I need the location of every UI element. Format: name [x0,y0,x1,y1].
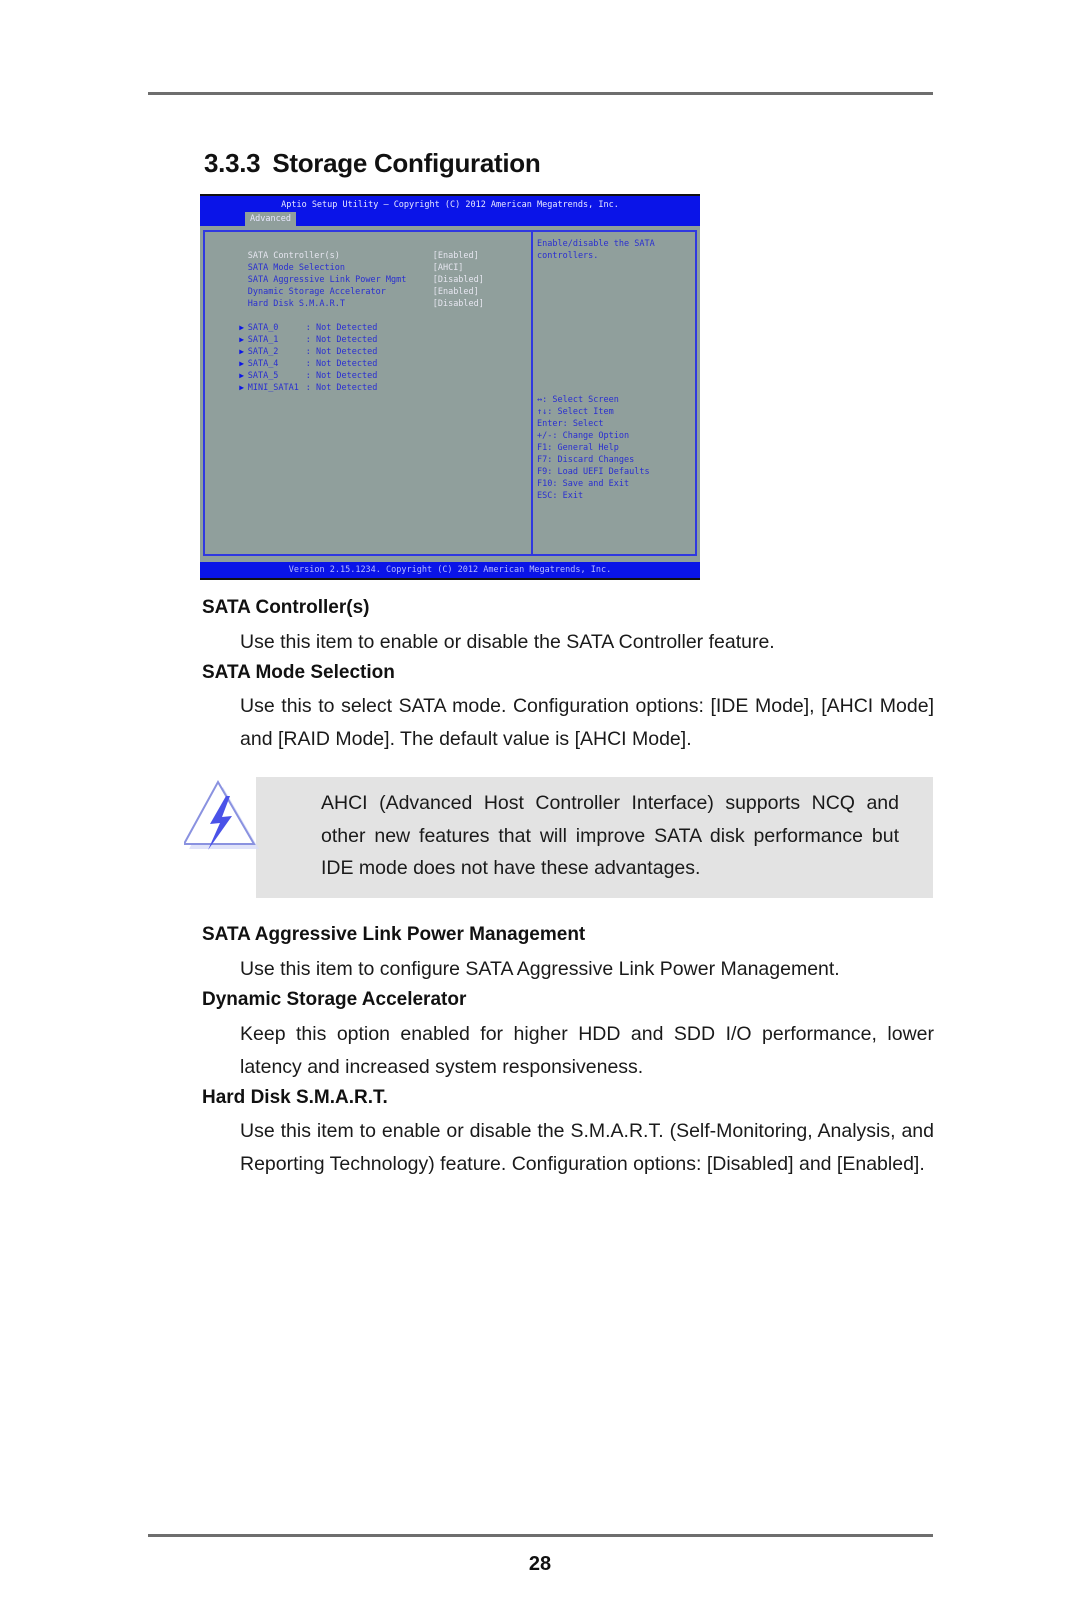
key-help-line: F10: Save and Exit [537,479,630,489]
warning-lightning-icon [184,779,259,850]
help-line: Enable/disable the SATA [537,239,655,249]
bios-help-text: Enable/disable the SATA controllers. [537,238,655,262]
bios-screenshot: Aptio Setup Utility – Copyright (C) 2012… [200,194,700,580]
bios-tab-advanced[interactable]: Advanced [245,212,296,226]
item-text-alpm: Use this item to configure SATA Aggressi… [240,958,840,980]
item-heading-dsa: Dynamic Storage Accelerator [202,989,467,1010]
section-title: 3.3.3 Storage Configuration [204,148,541,179]
bios-footer: Version 2.15.1234. Copyright (C) 2012 Am… [200,562,700,578]
submenu-arrow-icon: ▶ [239,383,245,392]
key-help-line: F9: Load UEFI Defaults [537,467,650,477]
bios-title: Aptio Setup Utility – Copyright (C) 2012… [281,200,619,210]
key-help-line: Enter: Select [537,419,604,429]
bios-port-item[interactable]: ▶ SATA_5: Not Detected [205,358,377,381]
key-help-line: ↔: Select Screen [537,395,619,405]
bios-port-item[interactable]: ▶ SATA_1: Not Detected [205,322,377,345]
key-help-line: +/-: Change Option [537,431,630,441]
item-heading-alpm: SATA Aggressive Link Power Management [202,924,586,945]
port-status: : Not Detected [305,383,378,393]
key-help-line: F7: Discard Changes [537,455,635,465]
bios-settings-panel: SATA Controller(s) [Enabled] SATA Mode Se… [203,230,533,556]
item-heading-smart: Hard Disk S.M.A.R.T. [202,1087,388,1108]
key-help-line: ESC: Exit [537,491,584,501]
key-help-line: F1: General Help [537,443,619,453]
bios-header: Aptio Setup Utility – Copyright (C) 2012… [200,196,700,226]
bios-port-item[interactable]: ▶ SATA_4: Not Detected [205,346,377,369]
bios-key-legend: ↔: Select Screen ↑↓: Select Item Enter: … [537,394,650,502]
note-text: AHCI (Advanced Host Controller Interface… [321,792,899,879]
item-text-sata-controllers: Use this item to enable or disable the S… [240,631,775,653]
item-text-sata-mode: Use this to select SATA mode. Configurat… [240,695,934,750]
setting-label: Hard Disk S.M.A.R.T [247,299,345,309]
section-title-text: Storage Configuration [272,148,541,178]
item-heading-sata-controllers: SATA Controller(s) [202,597,370,618]
help-line: controllers. [537,251,599,261]
key-help-line: ↑↓: Select Item [537,407,614,417]
item-heading-sata-mode: SATA Mode Selection [202,662,395,683]
page-number: 28 [528,1553,552,1575]
bios-setting-smart[interactable]: Hard Disk S.M.A.R.T [Disabled] [217,286,484,309]
bios-setting-sata-controllers[interactable]: SATA Controller(s) [Enabled] [217,238,479,261]
setting-value: [Disabled] [432,299,484,309]
bios-port-item[interactable]: ▶ SATA_2: Not Detected [205,334,377,357]
bios-port-item[interactable]: ▶ MINI_SATA1 : Not Detected [205,370,377,393]
item-text-smart: Use this item to enable or disable the S… [240,1120,934,1175]
bios-setting-dsa[interactable]: Dynamic Storage Accelerator [Enabled] [217,274,479,297]
section-number: 3.3.3 [204,148,261,178]
bios-port-item[interactable]: ▶ SATA_0: Not Detected [205,310,377,333]
bios-help-panel: Enable/disable the SATA controllers. ↔: … [531,230,697,556]
bottom-rule [148,1534,933,1537]
port-name: MINI_SATA1 [247,383,299,393]
bios-setting-alpm[interactable]: SATA Aggressive Link Power Mgmt [Disabled… [217,262,484,285]
bios-setting-sata-mode[interactable]: SATA Mode Selection [AHCI] [217,250,464,273]
item-text-dsa: Keep this option enabled for higher HDD … [240,1023,934,1078]
top-rule [148,92,933,95]
